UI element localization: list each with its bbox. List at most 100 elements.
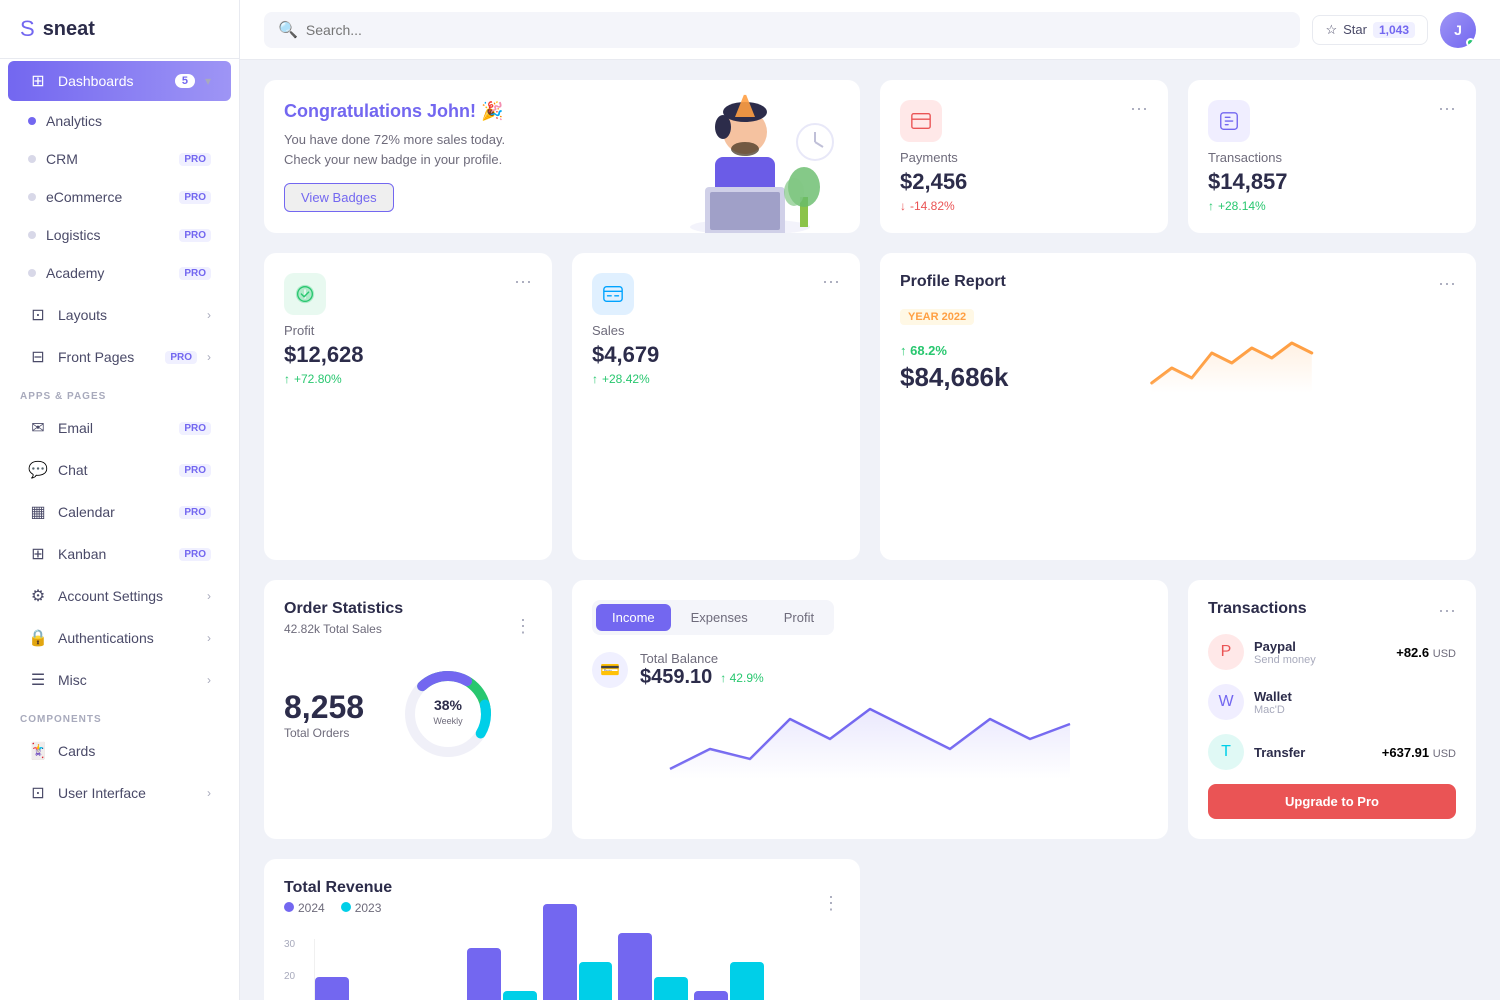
sidebar-item-cards[interactable]: 🃏 Cards [8,731,231,771]
transactions-more-icon[interactable]: ⋯ [1438,602,1456,620]
email-icon: ✉ [28,418,48,438]
transactions-title: Transactions [1208,600,1307,618]
payments-value: $2,456 [900,169,1148,195]
sidebar-item-analytics[interactable]: Analytics [8,103,231,139]
chevron-right-icon: › [207,589,211,603]
sidebar-item-dashboards[interactable]: ⊞ Dashboards 5 ▾ [8,61,231,101]
sidebar-item-academy[interactable]: Academy PRO [8,255,231,291]
kanban-icon: ⊞ [28,544,48,564]
transactions-label: Transactions [1208,150,1456,165]
revenue-title: Total Revenue [284,879,392,897]
payments-more-icon[interactable]: ⋯ [1130,100,1148,118]
bar-2023-3 [579,962,613,1000]
total-balance-label: Total Balance [640,651,764,666]
calendar-icon: ▦ [28,502,48,522]
wallet-name: Wallet [1254,689,1292,704]
logo: S sneat [0,0,239,59]
star-label: Star [1343,22,1367,37]
logo-icon: S [20,16,35,42]
sidebar-item-front-pages[interactable]: ⊟ Front Pages PRO › [8,337,231,377]
revenue-card: Total Revenue 2024 2023 ⋮ 3020100-10-20 … [264,859,860,1000]
dot-icon [28,117,36,125]
sales-more-icon[interactable]: ⋯ [822,273,840,291]
bar-group-Jun [694,939,764,1000]
sales-label: Sales [592,323,840,338]
settings-icon: ⚙ [28,586,48,606]
wallet-sub: Mac'D [1254,704,1292,716]
dot-icon [28,231,36,239]
chevron-right-icon: › [207,308,211,322]
order-more-icon[interactable]: ⋮ [514,617,532,635]
transaction-transfer: T Transfer +637.91 USD [1208,734,1456,770]
chevron-right-icon: › [207,786,211,800]
profit-stat-card: ⋯ Profit $12,628 ↑ +72.80% [264,253,552,560]
profile-more-icon[interactable]: ⋯ [1438,275,1456,293]
tab-profit[interactable]: Profit [768,604,830,631]
bar-2024-4 [618,933,652,1000]
sidebar-item-logistics[interactable]: Logistics PRO [8,217,231,253]
sidebar-item-account-settings[interactable]: ⚙ Account Settings › [8,576,231,616]
tab-income[interactable]: Income [596,604,671,631]
user-avatar[interactable]: J [1440,12,1476,48]
paypal-amount: +82.6 USD [1396,645,1456,660]
congrats-illustration [640,80,840,233]
svg-text:Weekly: Weekly [433,716,463,726]
chat-icon: 💬 [28,460,48,480]
sidebar-item-layouts[interactable]: ⊡ Layouts › [8,295,231,335]
y-axis-labels: 3020100-10-20 [284,939,314,1000]
order-subtitle: 42.82k Total Sales [284,622,403,636]
arrow-up-icon: ↑ [284,372,290,386]
balance-change: ↑ 42.9% [720,671,763,685]
layouts-icon: ⊡ [28,305,48,325]
profile-report-title: Profile Report [900,273,1006,291]
arrow-down-icon: ↓ [900,199,906,213]
profit-label: Profit [284,323,532,338]
sidebar-item-crm[interactable]: CRM PRO [8,141,231,177]
svg-text:38%: 38% [434,697,463,713]
bar-2023-2 [503,991,537,1000]
total-balance-value: $459.10 [640,666,712,689]
income-tabs: Income Expenses Profit [592,600,834,635]
order-stats-card: Order Statistics 42.82k Total Sales ⋮ 8,… [264,580,552,839]
bar-group-Feb [391,939,461,1000]
topbar: 🔍 ☆ Star 1,043 J [240,0,1500,60]
profile-sparkline [1008,333,1456,393]
cards-icon: 🃏 [28,741,48,761]
bar-group-Mar [467,939,537,1000]
transaction-wallet: W Wallet Mac'D [1208,684,1456,720]
search-icon: 🔍 [278,20,298,40]
tab-expenses[interactable]: Expenses [675,604,764,631]
profile-report-card: Profile Report ⋯ YEAR 2022 ↑ 68.2% $84,6… [880,253,1476,560]
front-pages-icon: ⊟ [28,347,48,367]
order-donut: 38% Weekly [398,664,498,764]
sidebar-item-ecommerce[interactable]: eCommerce PRO [8,179,231,215]
view-badges-button[interactable]: View Badges [284,183,394,212]
profit-more-icon[interactable]: ⋯ [514,273,532,291]
chevron-right-icon: › [207,350,211,364]
sidebar-item-kanban[interactable]: ⊞ Kanban PRO [8,534,231,574]
transactions-value: $14,857 [1208,169,1456,195]
upgrade-button[interactable]: Upgrade to Pro [1208,784,1456,819]
transactions-more-icon[interactable]: ⋯ [1438,100,1456,118]
bar-group-Jan [315,939,385,1000]
logo-text: sneat [43,18,95,41]
sidebar-item-calendar[interactable]: ▦ Calendar PRO [8,492,231,532]
search-box[interactable]: 🔍 [264,12,1300,48]
payments-icon [900,100,942,142]
star-button[interactable]: ☆ Star 1,043 [1312,15,1428,45]
sidebar-item-user-interface[interactable]: ⊡ User Interface › [8,773,231,813]
sidebar-item-chat[interactable]: 💬 Chat PRO [8,450,231,490]
paypal-icon: P [1208,634,1244,670]
profile-change: ↑ 68.2% [900,343,1008,358]
transactions-panel: Transactions ⋯ P Paypal Send money +82.6… [1188,580,1476,839]
sidebar-item-misc[interactable]: ☰ Misc › [8,660,231,700]
revenue-more-icon[interactable]: ⋮ [822,894,840,912]
sidebar-item-authentications[interactable]: 🔒 Authentications › [8,618,231,658]
balance-icon: 💳 [592,652,628,688]
profit-value: $12,628 [284,342,532,368]
profile-year-badge: YEAR 2022 [900,309,974,325]
search-input[interactable] [306,22,1287,38]
sidebar-item-email[interactable]: ✉ Email PRO [8,408,231,448]
bar-group-May [618,939,688,1000]
transactions-icon [1208,100,1250,142]
